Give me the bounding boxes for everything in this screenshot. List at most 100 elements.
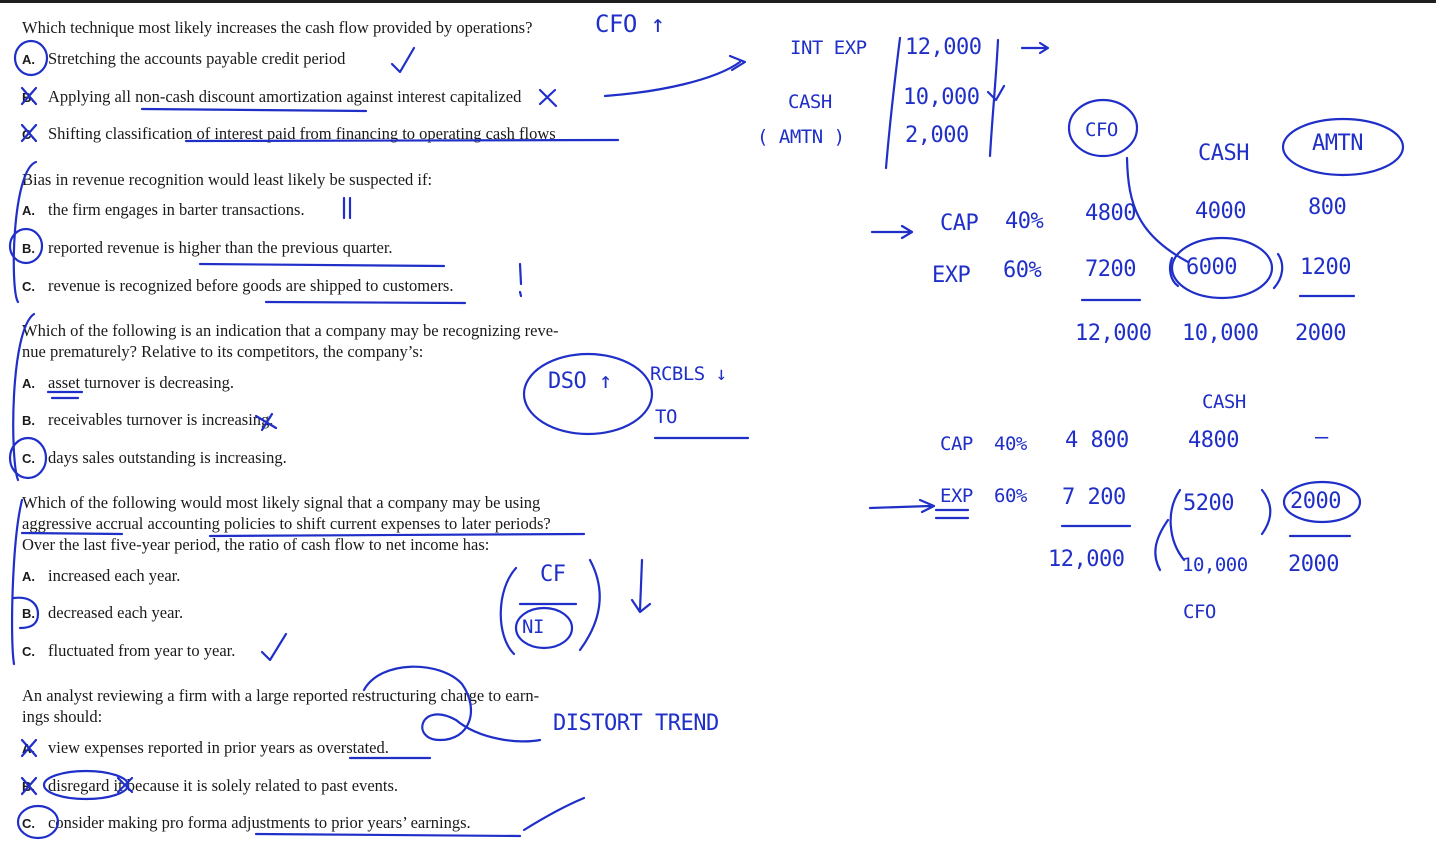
option-text: consider making pro forma adjustments to… [48, 813, 471, 832]
brace-second [1154, 518, 1170, 572]
note-cap: CAP [940, 211, 979, 236]
note-cash-head: CASH [1198, 141, 1249, 166]
note-cash-2: CASH [1202, 391, 1246, 413]
table-line-left [884, 36, 902, 170]
underline-adjustments [254, 832, 522, 838]
note-12000: 12,000 [905, 35, 982, 60]
option-letter: B. [22, 413, 35, 428]
note-10000: 10,000 [903, 85, 980, 110]
paren-cf-left [499, 566, 518, 656]
option-letter: C. [22, 644, 35, 659]
question-1-option-b[interactable]: B. Applying all non-cash discount amortiz… [22, 86, 521, 108]
note-exp-val: 7200 [1085, 257, 1136, 282]
option-text: disregard it because it is solely relate… [48, 776, 399, 795]
check-q4-c [260, 632, 288, 662]
note-cfo-up: CFO ↑ [595, 10, 665, 38]
option-text: reported revenue is higher than the prev… [48, 238, 393, 257]
question-4-option-c[interactable]: C. fluctuated from year to year. [22, 640, 235, 662]
note-exp-2-amtn: 2000 [1290, 489, 1341, 514]
note-cap-2: CAP [940, 433, 973, 455]
note-2000: 2,000 [905, 123, 969, 148]
exclaim-dot [518, 290, 523, 298]
option-text: Shifting classification of interest paid… [48, 124, 556, 143]
arrowhead-1 [728, 54, 747, 72]
note-exp-2: EXP [940, 485, 973, 507]
option-letter: B. [22, 90, 35, 105]
note-exp-cash: 6000 [1186, 255, 1237, 280]
option-text: decreased each year. [48, 603, 184, 622]
option-text: receivables turnover is increasing. [48, 410, 274, 429]
note-cap-2-dash: – [1315, 425, 1328, 450]
paren-5200-right [1260, 488, 1272, 536]
note-total-2-2000: 2000 [1288, 552, 1339, 577]
paren-6000-right [1272, 252, 1284, 290]
question-5-option-c[interactable]: C. consider making pro forma adjustments … [22, 812, 471, 834]
note-exp-pct: 60% [1003, 258, 1042, 283]
underline-non-cash [140, 107, 368, 113]
question-5-option-a[interactable]: A. view expenses reported in prior years … [22, 737, 389, 759]
question-4-stem-line3: Over the last five-year period, the rati… [22, 535, 490, 554]
exclaim-line [518, 262, 523, 286]
question-3-option-c[interactable]: C. days sales outstanding is increasing. [22, 447, 287, 469]
note-total-12000: 12,000 [1075, 321, 1152, 346]
note-total-10000: 10,000 [1182, 321, 1259, 346]
note-cfo-circled: CFO [1085, 119, 1118, 141]
question-5-stem-line1: An analyst reviewing a firm with a large… [22, 686, 540, 705]
option-letter: A. [22, 741, 35, 756]
option-text: increased each year. [48, 566, 181, 585]
question-2-option-b[interactable]: B. reported revenue is higher than the pr… [22, 237, 393, 259]
arrow-cap [870, 224, 914, 240]
option-text: asset turnover is decreasing. [48, 373, 235, 392]
option-letter: A. [22, 376, 35, 391]
option-text: revenue is recognized before goods are s… [48, 276, 454, 295]
note-distort-trend: DISTORT TREND [553, 711, 719, 736]
underline-higher [198, 262, 446, 268]
note-exp-2-cash: 5200 [1183, 491, 1234, 516]
note-exp: EXP [932, 263, 971, 288]
question-2-option-c[interactable]: C. revenue is recognized before goods are… [22, 275, 453, 297]
option-text: fluctuated from year to year. [48, 641, 236, 660]
note-cap-2-pct: 40% [994, 433, 1027, 455]
question-3-option-a[interactable]: A. asset turnover is decreasing. [22, 372, 234, 394]
note-total-2000: 2000 [1295, 321, 1346, 346]
underline-goods [264, 300, 467, 305]
circle-dso [522, 352, 654, 436]
paren-6000-left [1168, 256, 1180, 288]
note-cap-amtn: 800 [1308, 195, 1347, 220]
note-total-2-10000: 10,000 [1182, 554, 1248, 576]
question-4-option-a[interactable]: A. increased each year. [22, 565, 180, 587]
question-3-stem-line2: nue prematurely? Relative to its competi… [22, 342, 424, 361]
option-letter: B. [22, 241, 35, 256]
note-dso-up: DSO ↑ [548, 369, 612, 394]
option-letter: A. [22, 52, 35, 67]
question-1-option-c[interactable]: C. Shifting classification of interest pa… [22, 123, 556, 145]
question-3-stem-line1: Which of the following is an indication … [22, 321, 559, 340]
question-4-option-b[interactable]: B. decreased each year. [22, 602, 183, 624]
note-exp-2-pct: 60% [994, 485, 1027, 507]
note-amtn-head: AMTN [1312, 131, 1363, 156]
note-cfo-2: CFO [1183, 601, 1216, 623]
check-10000 [986, 84, 1006, 102]
arrow-exp2 [868, 498, 936, 514]
note-recbls-down: RCBLS ↓ [650, 363, 727, 385]
check-q5-c [522, 796, 586, 832]
note-cap-val: 4800 [1085, 201, 1136, 226]
option-text: days sales outstanding is increasing. [48, 448, 287, 467]
question-5-option-b[interactable]: B. disregard it because it is solely rela… [22, 775, 398, 797]
option-letter: C. [22, 451, 35, 466]
note-int-exp: INT EXP [790, 37, 867, 59]
note-cf: CF [540, 562, 566, 587]
note-cap-pct: 40% [1005, 209, 1044, 234]
question-3-option-b[interactable]: B. receivables turnover is increasing. [22, 409, 273, 431]
table-line-right [988, 38, 1000, 158]
option-letter: B. [22, 606, 35, 621]
top-border [0, 0, 1436, 3]
question-2-option-a[interactable]: A. the firm engages in barter transaction… [22, 199, 305, 221]
paren-5200-left [1169, 488, 1186, 562]
note-to: TO [655, 406, 677, 428]
note-ni: NI [522, 616, 544, 638]
option-text: view expenses reported in prior years as… [48, 738, 389, 757]
option-letter: A. [22, 203, 35, 218]
check-q1-a [390, 46, 416, 74]
question-1-option-a[interactable]: A. Stretching the accounts payable credit… [22, 48, 345, 70]
